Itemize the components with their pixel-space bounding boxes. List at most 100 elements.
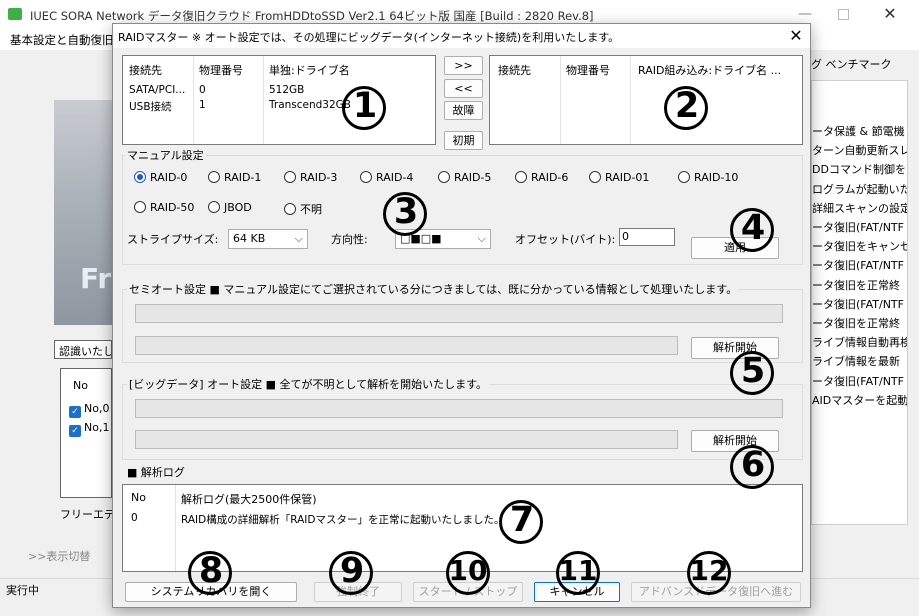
- marker-4: 4: [740, 208, 766, 248]
- marker-2: 2: [674, 86, 700, 126]
- semi-auto-label: セミオート設定 ■ マニュアル設定にてご選択されている分につきましては、既に分か…: [127, 281, 740, 297]
- offset-label: オフセット(バイト):: [515, 233, 616, 246]
- right-log-item: ータ復旧(FAT/NTF: [812, 259, 904, 273]
- checkbox-icon[interactable]: ✓: [69, 406, 81, 418]
- drive-list-item[interactable]: ✓ No,1: [69, 421, 109, 437]
- drive-list-item[interactable]: ✓ No,0: [69, 402, 109, 418]
- move-right-button[interactable]: >>: [444, 56, 483, 75]
- minimize-icon[interactable]: —: [790, 6, 820, 24]
- radio-jbod[interactable]: JBOD: [208, 201, 252, 214]
- radio-raid-50[interactable]: RAID-50: [134, 201, 194, 214]
- column-header: 物理番号: [566, 64, 610, 77]
- bigdata-status-bar: [135, 430, 678, 449]
- maximize-icon[interactable]: [838, 9, 849, 20]
- radio-raid-01[interactable]: RAID-01: [589, 171, 649, 184]
- radio-raid-10[interactable]: RAID-10: [678, 171, 738, 184]
- failure-button[interactable]: 故障: [444, 101, 483, 120]
- direction-label: 方向性:: [331, 233, 368, 246]
- table-cell: SATA/PCI...: [129, 84, 186, 96]
- marker-5: 5: [740, 351, 766, 391]
- close-icon[interactable]: ✕: [880, 4, 900, 24]
- checkbox-icon[interactable]: ✓: [69, 425, 81, 437]
- column-header: 単独:ドライブ名: [269, 64, 350, 77]
- column-header: 解析ログ(最大2500件保管): [181, 493, 317, 506]
- marker-10: 10: [448, 554, 488, 587]
- right-log-item: ライブ情報を最新: [812, 355, 900, 369]
- table-cell: USB接続: [129, 101, 172, 113]
- radio-icon[interactable]: [360, 171, 372, 183]
- radio-icon[interactable]: [438, 171, 450, 183]
- right-log-list: ータ保護 & 節電機 ターン自動更新スレ DDコマンド制御を開 ログラムが起動いた 詳細…: [811, 80, 908, 525]
- bigdata-label: [ビッグデータ] オート設定 ■ 全てが不明として解析を開始いたします。: [127, 376, 490, 392]
- log-row-text: RAID構成の詳細解析「RAIDマスター」を正常に起動いたしました。: [181, 514, 505, 526]
- radio-raid-3[interactable]: RAID-3: [284, 171, 337, 184]
- stripe-size-label: ストライプサイズ:: [127, 233, 219, 246]
- table-cell: 0: [199, 84, 206, 96]
- radio-icon[interactable]: [134, 171, 146, 183]
- dialog-close-icon[interactable]: ✕: [783, 25, 809, 47]
- radio-icon[interactable]: [678, 171, 690, 183]
- table-cell: Transcend32GB: [269, 99, 352, 111]
- recognized-label: 認識いたし: [59, 345, 112, 358]
- right-log-item: ータ保護 & 節電機: [812, 125, 905, 138]
- radio-icon[interactable]: [134, 201, 146, 213]
- log-row-no: 0: [131, 512, 138, 524]
- radio-icon[interactable]: [284, 203, 296, 215]
- radio-raid-6[interactable]: RAID-6: [515, 171, 568, 184]
- right-log-item: ライブ情報自動再検: [812, 336, 908, 350]
- drive-image-text: Fr: [80, 262, 112, 295]
- menu-basic-settings[interactable]: 基本設定と自動復旧: [10, 32, 114, 48]
- marker-12: 12: [689, 554, 729, 587]
- marker-11: 11: [558, 554, 598, 587]
- right-log-item: ータ復旧(FAT/NTF: [812, 374, 904, 388]
- status-text: 実行中: [6, 584, 39, 597]
- semi-auto-progress-bar: [135, 304, 783, 323]
- tab-benchmark[interactable]: グ ベンチマーク: [811, 56, 892, 72]
- chevron-down-icon: ⌵: [294, 232, 303, 245]
- radio-raid-1[interactable]: RAID-1: [208, 171, 261, 184]
- manual-settings-label: マニュアル設定: [125, 147, 206, 163]
- table-cell: 512GB: [269, 84, 305, 96]
- right-log-item: AIDマスターを起動: [812, 393, 908, 407]
- column-header: RAID組み込み:ドライブ名 ...: [638, 64, 782, 77]
- right-log-item: ターン自動更新スレ: [812, 144, 908, 158]
- radio-icon[interactable]: [208, 171, 220, 183]
- right-log-item: ログラムが起動いた: [812, 182, 908, 196]
- offset-input[interactable]: 0: [619, 228, 675, 246]
- right-log-item: ータ復旧(FAT/NTF: [812, 221, 904, 234]
- free-edition-label: フリーエデ: [60, 508, 115, 521]
- radio-raid-5[interactable]: RAID-5: [438, 171, 491, 184]
- raid-target-list[interactable]: 接続先 物理番号 RAID組み込み:ドライブ名 ...: [489, 55, 803, 145]
- radio-raid-4[interactable]: RAID-4: [360, 171, 413, 184]
- analysis-log-label: ■ 解析ログ: [127, 466, 185, 479]
- recognized-label-box: 認識いたし: [54, 340, 112, 359]
- column-header: 接続先: [129, 64, 162, 77]
- move-left-button[interactable]: <<: [444, 79, 483, 98]
- display-toggle[interactable]: >>表示切替: [28, 548, 90, 564]
- marker-8: 8: [198, 551, 224, 591]
- radio-icon[interactable]: [515, 171, 527, 183]
- stripe-size-select[interactable]: 64 KB ⌵: [228, 229, 308, 249]
- column-header: No: [131, 491, 146, 504]
- radio-icon[interactable]: [208, 201, 220, 213]
- radio-icon[interactable]: [284, 171, 296, 183]
- semi-auto-status-bar: [135, 336, 678, 355]
- initial-button[interactable]: 初期: [444, 131, 483, 150]
- right-log-item: ータ復旧(FAT/NTF: [812, 297, 904, 311]
- radio-raid-0[interactable]: RAID-0: [134, 171, 187, 184]
- raid-master-dialog: RAIDマスター ※ オート設定では、その処理にビッグデータ(インターネット接続…: [112, 23, 811, 608]
- column-header: 物理番号: [199, 64, 243, 77]
- drive-list-header: No: [73, 379, 88, 392]
- bigdata-progress-bar: [135, 399, 783, 418]
- column-header: 接続先: [498, 64, 531, 77]
- radio-icon[interactable]: [589, 171, 601, 183]
- dialog-title: RAIDマスター ※ オート設定では、その処理にビッグデータ(インターネット接続…: [118, 31, 620, 44]
- radio-unknown[interactable]: 不明: [284, 201, 322, 217]
- right-log-item: ータ復旧をキャンセル: [812, 240, 907, 254]
- drive-list[interactable]: No ✓ No,0 ✓ No,1: [60, 368, 112, 498]
- marker-3: 3: [393, 192, 419, 232]
- right-log-item: ータ復旧を正常終: [812, 317, 900, 330]
- source-drive-list[interactable]: 接続先 物理番号 単独:ドライブ名 SATA/PCI... 0 512GB US…: [122, 55, 436, 145]
- marker-9: 9: [339, 551, 365, 591]
- right-log-item: 詳細スキャンの設定を: [812, 201, 907, 215]
